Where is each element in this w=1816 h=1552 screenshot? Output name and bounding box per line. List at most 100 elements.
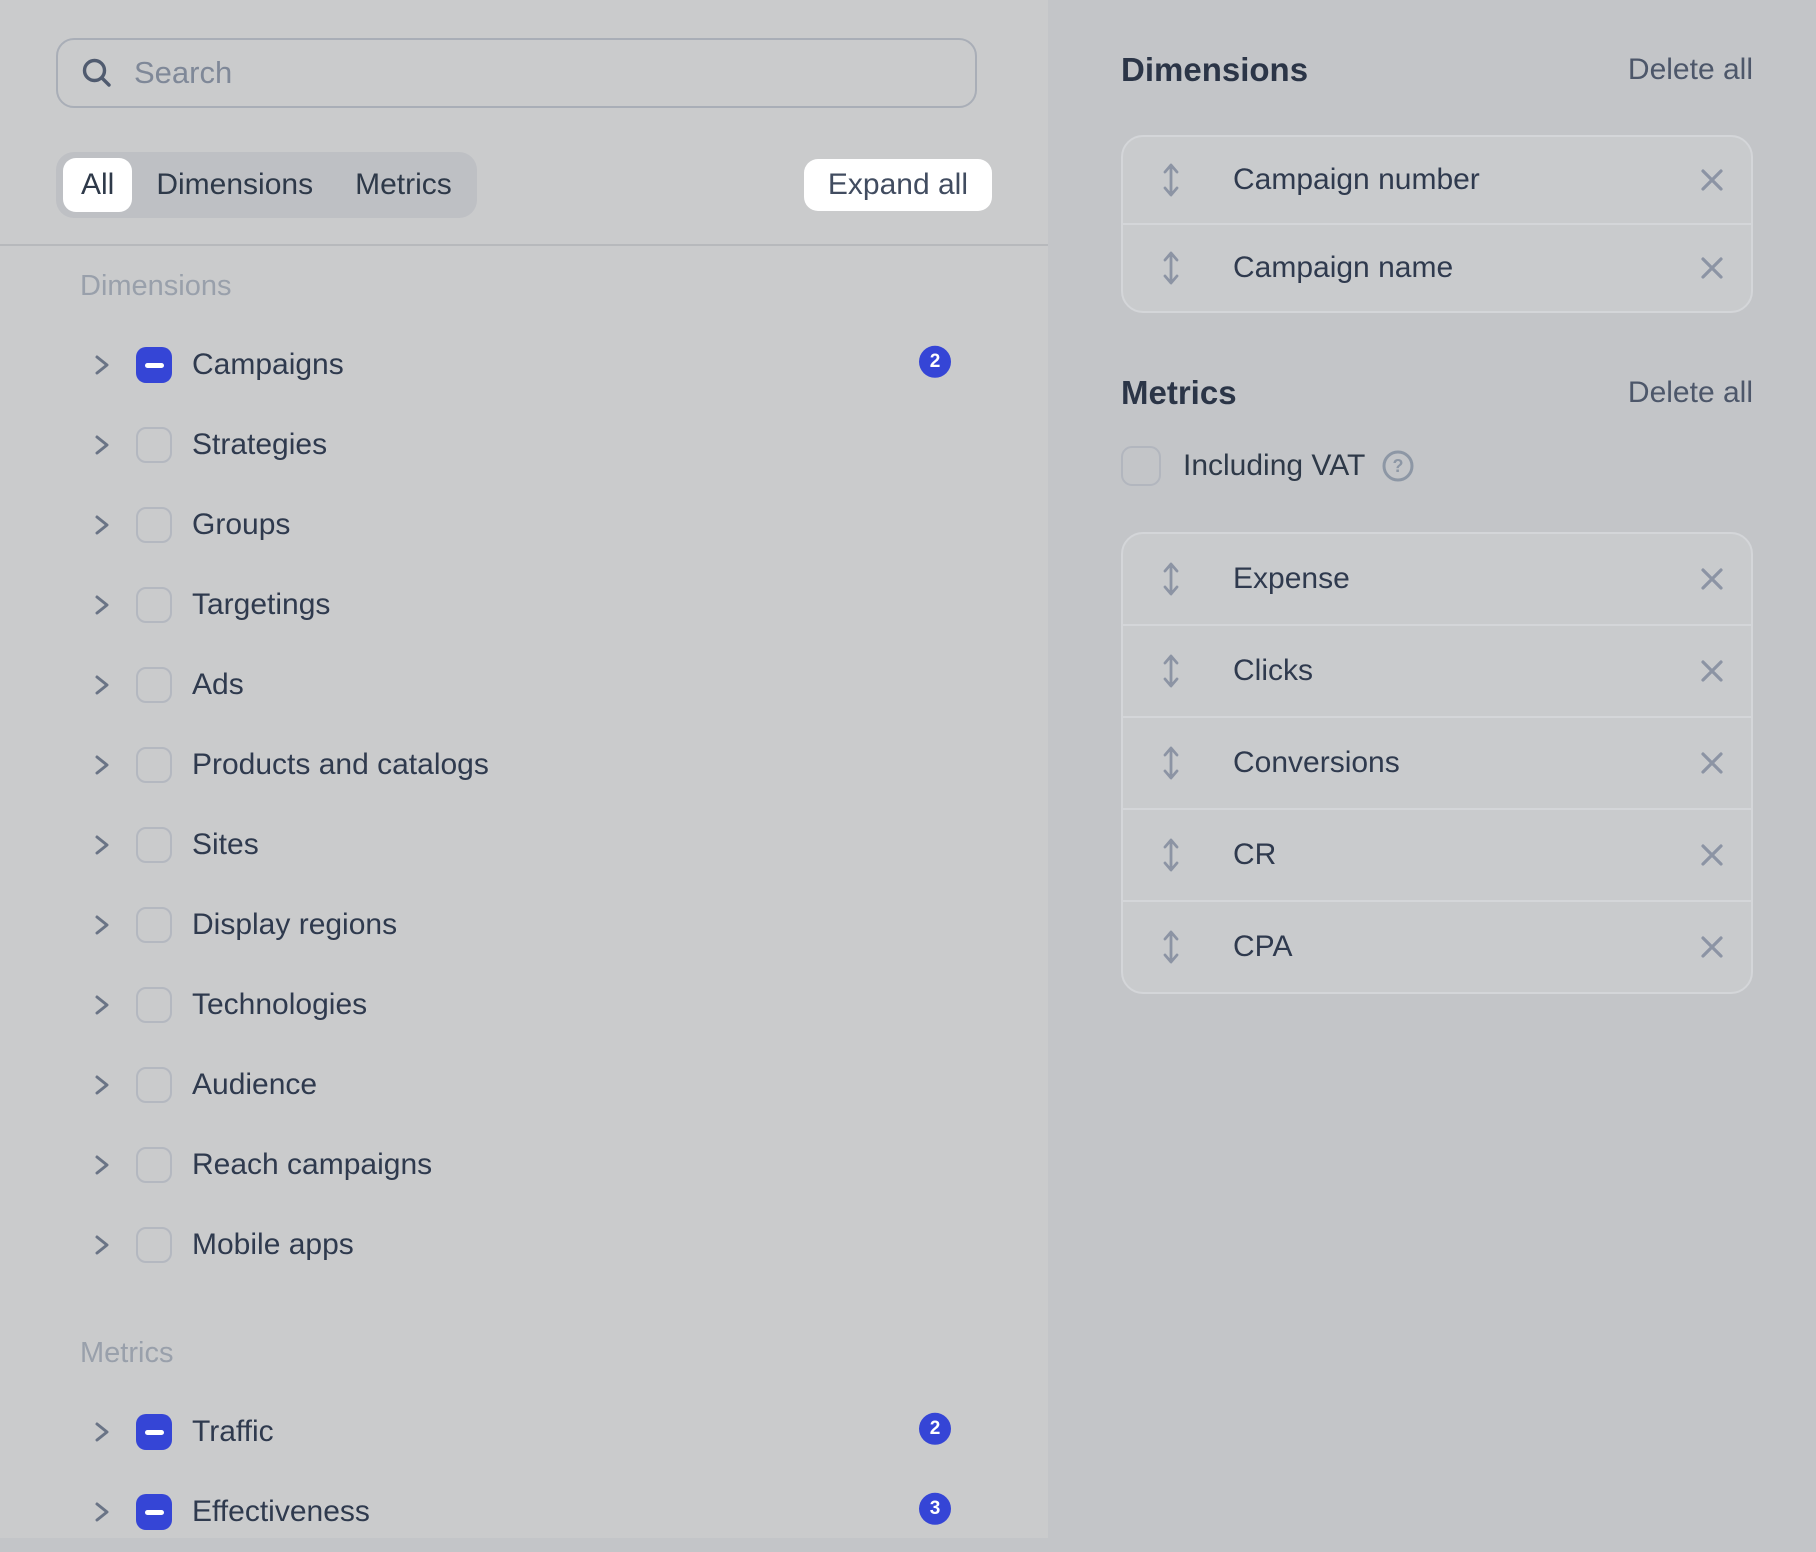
- tree-item-label: Campaigns: [192, 348, 344, 382]
- tree-item-groups[interactable]: Groups: [0, 485, 1048, 565]
- tree-item-checkbox[interactable]: [136, 1067, 172, 1103]
- tree-item-label: Traffic: [192, 1415, 274, 1449]
- tree-item-display-regions[interactable]: Display regions: [0, 885, 1048, 965]
- drag-handle-icon[interactable]: [1159, 836, 1183, 874]
- selected-columns-pane: Dimensions Delete all Campaign number Ca…: [1048, 0, 1816, 1538]
- search-field: [56, 38, 977, 108]
- remove-conversions-icon[interactable]: [1695, 746, 1729, 780]
- drag-handle-icon[interactable]: [1159, 161, 1183, 199]
- drag-handle-icon[interactable]: [1159, 744, 1183, 782]
- chevron-right-icon[interactable]: [88, 1419, 114, 1445]
- remove-cr-icon[interactable]: [1695, 838, 1729, 872]
- remove-campaign-number-icon[interactable]: [1695, 163, 1729, 197]
- available-columns-pane: All Dimensions Metrics Expand all Dimens…: [0, 0, 1048, 1538]
- delete-all-dimensions-button[interactable]: Delete all: [1628, 53, 1753, 87]
- chevron-right-icon[interactable]: [88, 592, 114, 618]
- drag-handle-icon[interactable]: [1159, 249, 1183, 287]
- chevron-right-icon[interactable]: [88, 512, 114, 538]
- chevron-right-icon[interactable]: [88, 1499, 114, 1525]
- remove-expense-icon[interactable]: [1695, 562, 1729, 596]
- selected-metrics-list: Expense Clicks Conversions CR: [1121, 532, 1753, 994]
- tree-item-sites[interactable]: Sites: [0, 805, 1048, 885]
- svg-text:?: ?: [1393, 456, 1404, 476]
- report-columns-settings: All Dimensions Metrics Expand all Dimens…: [0, 0, 1816, 1538]
- remove-cpa-icon[interactable]: [1695, 930, 1729, 964]
- columns-tree: Dimensions Campaigns 2 Strategies Groups: [0, 246, 1048, 1552]
- chevron-right-icon[interactable]: [88, 752, 114, 778]
- help-icon[interactable]: ?: [1381, 449, 1415, 483]
- drag-handle-icon[interactable]: [1159, 560, 1183, 598]
- filter-tab-metrics[interactable]: Metrics: [337, 158, 470, 212]
- selected-count-badge: 3: [919, 1493, 951, 1525]
- tree-item-label: Strategies: [192, 428, 327, 462]
- tree-section-items: Traffic 2 Effectiveness 3: [0, 1392, 1048, 1552]
- tree-item-checkbox[interactable]: [136, 347, 172, 383]
- tree-section: Dimensions Campaigns 2 Strategies Groups: [0, 268, 1048, 1285]
- tree-item-effectiveness[interactable]: Effectiveness 3: [0, 1472, 1048, 1552]
- tree-item-products-and-catalogs[interactable]: Products and catalogs: [0, 725, 1048, 805]
- tree-item-ads[interactable]: Ads: [0, 645, 1048, 725]
- tree-item-targetings[interactable]: Targetings: [0, 565, 1048, 645]
- chevron-right-icon[interactable]: [88, 912, 114, 938]
- chevron-right-icon[interactable]: [88, 832, 114, 858]
- tree-section-title-metrics: Metrics: [80, 1335, 1048, 1371]
- drag-handle-icon[interactable]: [1159, 928, 1183, 966]
- chevron-right-icon[interactable]: [88, 1232, 114, 1258]
- tree-item-checkbox[interactable]: [136, 507, 172, 543]
- expand-all-button[interactable]: Expand all: [804, 159, 992, 211]
- selected-metrics-group: Metrics Delete all Including VAT ? Expen…: [1121, 373, 1753, 994]
- tree-item-checkbox[interactable]: [136, 1494, 172, 1530]
- filter-tab-label: Dimensions: [156, 168, 313, 202]
- tree-section-title-dimensions: Dimensions: [80, 268, 1048, 304]
- tree-item-checkbox[interactable]: [136, 827, 172, 863]
- tree-item-traffic[interactable]: Traffic 2: [0, 1392, 1048, 1472]
- chevron-right-icon[interactable]: [88, 992, 114, 1018]
- selected-dimensions-title: Dimensions: [1121, 50, 1308, 90]
- selected-column-label: Clicks: [1233, 654, 1313, 688]
- tree-item-label: Products and catalogs: [192, 748, 489, 782]
- selected-row-conversions: Conversions: [1123, 716, 1751, 808]
- tree-item-checkbox[interactable]: [136, 1147, 172, 1183]
- delete-all-metrics-button[interactable]: Delete all: [1628, 376, 1753, 410]
- tree-item-reach-campaigns[interactable]: Reach campaigns: [0, 1125, 1048, 1205]
- remove-clicks-icon[interactable]: [1695, 654, 1729, 688]
- chevron-right-icon[interactable]: [88, 432, 114, 458]
- tree-item-label: Effectiveness: [192, 1495, 370, 1529]
- tree-item-label: Sites: [192, 828, 259, 862]
- chevron-right-icon[interactable]: [88, 1072, 114, 1098]
- drag-handle-icon[interactable]: [1159, 652, 1183, 690]
- tree-item-strategies[interactable]: Strategies: [0, 405, 1048, 485]
- selected-column-label: CR: [1233, 838, 1276, 872]
- chevron-right-icon[interactable]: [88, 352, 114, 378]
- filter-tab-all[interactable]: All: [63, 158, 132, 212]
- tree-item-checkbox[interactable]: [136, 987, 172, 1023]
- tree-item-label: Technologies: [192, 988, 367, 1022]
- tree-item-label: Audience: [192, 1068, 317, 1102]
- tree-item-checkbox[interactable]: [136, 747, 172, 783]
- tree-section-items: Campaigns 2 Strategies Groups Targetings: [0, 325, 1048, 1285]
- remove-campaign-name-icon[interactable]: [1695, 251, 1729, 285]
- tree-item-audience[interactable]: Audience: [0, 1045, 1048, 1125]
- selected-metrics-header: Metrics Delete all: [1121, 373, 1753, 413]
- chevron-right-icon[interactable]: [88, 672, 114, 698]
- tree-item-checkbox[interactable]: [136, 587, 172, 623]
- selected-row-campaign-name: Campaign name: [1123, 223, 1751, 311]
- tree-item-campaigns[interactable]: Campaigns 2: [0, 325, 1048, 405]
- search-input[interactable]: [56, 38, 977, 108]
- selected-column-label: Conversions: [1233, 746, 1400, 780]
- selected-row-expense: Expense: [1123, 534, 1751, 624]
- tree-item-mobile-apps[interactable]: Mobile apps: [0, 1205, 1048, 1285]
- filter-tab-dimensions[interactable]: Dimensions: [138, 158, 331, 212]
- tree-item-checkbox[interactable]: [136, 907, 172, 943]
- including-vat-checkbox[interactable]: [1121, 446, 1161, 486]
- tree-item-checkbox[interactable]: [136, 1227, 172, 1263]
- selected-dimensions-group: Dimensions Delete all Campaign number Ca…: [1121, 50, 1753, 313]
- tree-item-checkbox[interactable]: [136, 427, 172, 463]
- tree-item-label: Groups: [192, 508, 290, 542]
- tree-item-checkbox[interactable]: [136, 1414, 172, 1450]
- filter-tab-label: All: [81, 168, 114, 202]
- chevron-right-icon[interactable]: [88, 1152, 114, 1178]
- tree-item-checkbox[interactable]: [136, 667, 172, 703]
- tree-item-technologies[interactable]: Technologies: [0, 965, 1048, 1045]
- selected-dimensions-list: Campaign number Campaign name: [1121, 135, 1753, 313]
